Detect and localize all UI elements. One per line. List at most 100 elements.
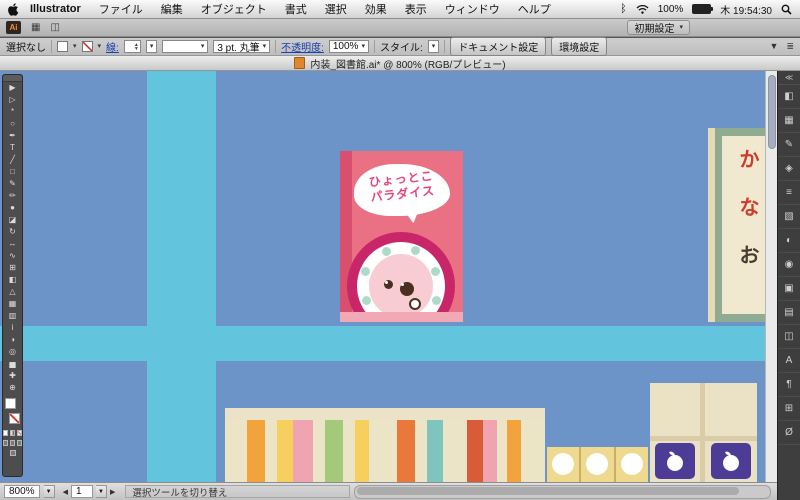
chevron-down-icon[interactable]: ▼ — [770, 41, 779, 52]
blob-brush-tool[interactable]: ● — [3, 202, 22, 214]
brushes-panel[interactable]: ✎ — [778, 133, 800, 157]
arrange-documents-icon[interactable]: ▦ — [31, 22, 40, 33]
pencil-tool[interactable]: ✏ — [3, 190, 22, 202]
book-spine[interactable] — [521, 420, 545, 482]
gradient-button[interactable] — [10, 430, 15, 436]
spotlight-icon[interactable] — [781, 4, 792, 15]
circle-boxes-artwork[interactable] — [547, 447, 648, 482]
cabinet-artwork[interactable] — [650, 383, 757, 482]
gradient-panel[interactable]: ▧ — [778, 205, 800, 229]
book-spine[interactable] — [443, 420, 467, 482]
graphic-styles-panel[interactable]: ▣ — [778, 277, 800, 301]
book-spine[interactable] — [507, 420, 521, 482]
book-spine[interactable] — [355, 420, 369, 482]
bookshelf-artwork[interactable] — [225, 408, 545, 482]
shelf-vertical-band[interactable] — [147, 71, 216, 482]
apple-menu-icon[interactable] — [8, 2, 19, 16]
swatches-panel[interactable]: ▦ — [778, 109, 800, 133]
menu-select[interactable]: 選択 — [316, 1, 356, 17]
transparency-panel[interactable]: ◐ — [778, 229, 800, 253]
book-spine[interactable] — [247, 420, 265, 482]
menu-type[interactable]: 書式 — [276, 1, 316, 17]
direct-selection-tool[interactable]: ▷ — [3, 94, 22, 106]
column-graph-tool[interactable]: ▅ — [3, 358, 22, 370]
vertical-scrollbar-thumb[interactable] — [768, 75, 776, 149]
align-panel[interactable]: Ø — [778, 421, 800, 445]
stroke-swatch[interactable] — [81, 41, 93, 52]
lasso-tool[interactable]: ○ — [3, 118, 22, 130]
book-spine[interactable] — [325, 420, 343, 482]
horizontal-scrollbar-thumb[interactable] — [357, 486, 739, 495]
stroke-panel[interactable]: ≡ — [778, 181, 800, 205]
draw-behind-button[interactable] — [10, 440, 15, 446]
draw-inside-button[interactable] — [17, 440, 22, 446]
chevron-down-icon[interactable]: ▾ — [73, 43, 77, 50]
book-spine[interactable] — [427, 420, 443, 482]
none-button[interactable] — [17, 430, 22, 436]
fruit-tile[interactable] — [711, 443, 751, 479]
book-spine[interactable] — [225, 420, 247, 482]
canvas[interactable]: ひょっとこ パラダイス かなお — [0, 71, 777, 482]
shelf-horizontal-band[interactable] — [0, 326, 777, 361]
previous-artboard-icon[interactable]: ◀ — [63, 488, 68, 496]
fill-swatch[interactable] — [57, 41, 68, 52]
selection-tool[interactable]: ▶ — [3, 82, 22, 94]
workspace-switcher[interactable]: 初期設定 ▾ — [627, 20, 690, 35]
rectangle-tool[interactable]: □ — [3, 166, 22, 178]
preferences-button[interactable]: 環境設定 — [551, 37, 608, 56]
menu-illustrator[interactable]: Illustrator — [21, 3, 90, 15]
book-spine[interactable] — [483, 420, 497, 482]
book-spine[interactable] — [497, 420, 507, 482]
brush-preview-dropdown[interactable]: ▾ — [162, 40, 209, 53]
next-artboard-icon[interactable]: ▶ — [110, 488, 115, 496]
stroke-panel-link[interactable]: 線: — [106, 39, 119, 54]
shape-builder-tool[interactable]: ◧ — [3, 274, 22, 286]
fill-color-swatch[interactable] — [5, 398, 16, 409]
width-tool[interactable]: ∿ — [3, 250, 22, 262]
battery-icon[interactable] — [692, 4, 714, 14]
eraser-tool[interactable]: ◪ — [3, 214, 22, 226]
perspective-grid-tool[interactable]: △ — [3, 286, 22, 298]
stroke-weight-stepper[interactable]: ▲ ▼ — [123, 40, 141, 53]
menu-help[interactable]: ヘルプ — [509, 1, 560, 17]
menu-file[interactable]: ファイル — [90, 1, 152, 17]
tools-panel-grip[interactable] — [3, 75, 22, 82]
book-spine[interactable] — [265, 420, 277, 482]
expand-panels-icon[interactable]: ≪ — [778, 71, 800, 85]
layers-panel[interactable]: ▤ — [778, 301, 800, 325]
artboards-panel[interactable]: ◫ — [778, 325, 800, 349]
style-dropdown[interactable]: ▾ — [427, 40, 440, 53]
paragraph-panel[interactable]: ¶ — [778, 373, 800, 397]
color-panel[interactable]: ◧ — [778, 85, 800, 109]
horizontal-scrollbar[interactable] — [354, 484, 771, 499]
bridge-icon[interactable]: ◫ — [50, 22, 59, 33]
menu-object[interactable]: オブジェクト — [192, 1, 276, 17]
menu-effect[interactable]: 効果 — [356, 1, 396, 17]
hand-tool[interactable]: ✚ — [3, 370, 22, 382]
scale-tool[interactable]: ↔ — [3, 238, 22, 250]
mesh-tool[interactable]: ▦ — [3, 298, 22, 310]
bluetooth-icon[interactable]: ᛒ — [620, 3, 627, 15]
book-spine[interactable] — [369, 420, 397, 482]
book-spine[interactable] — [313, 420, 325, 482]
magic-wand-tool[interactable]: * — [3, 106, 22, 118]
chevron-down-icon[interactable]: ▾ — [98, 43, 102, 50]
color-button[interactable] — [3, 430, 8, 436]
wifi-icon[interactable] — [636, 4, 649, 14]
draw-normal-button[interactable] — [3, 440, 8, 446]
eyedropper-tool[interactable]: i — [3, 322, 22, 334]
document-titlebar[interactable]: 内装_図書館.ai* @ 800% (RGB/プレビュー) — [0, 56, 800, 71]
blend-tool[interactable]: ◑ — [3, 334, 22, 346]
line-tool[interactable]: ╱ — [3, 154, 22, 166]
fruit-tile[interactable] — [655, 443, 695, 479]
brush-definition-dropdown[interactable]: 3 pt. 丸筆 ▾ — [213, 40, 271, 54]
free-transform-tool[interactable]: ⊞ — [3, 262, 22, 274]
status-text-field[interactable]: 選択ツールを切り替え — [125, 485, 351, 498]
paintbrush-tool[interactable]: ✎ — [3, 178, 22, 190]
artboard-dropdown-icon[interactable]: ▼ — [95, 485, 107, 498]
type-tool[interactable]: T — [3, 142, 22, 154]
symbol-sprayer-tool[interactable]: ◎ — [3, 346, 22, 358]
zoom-tool[interactable]: ⊕ — [3, 382, 22, 394]
gradient-tool[interactable]: ▥ — [3, 310, 22, 322]
document-setup-button[interactable]: ドキュメント設定 — [450, 37, 547, 56]
